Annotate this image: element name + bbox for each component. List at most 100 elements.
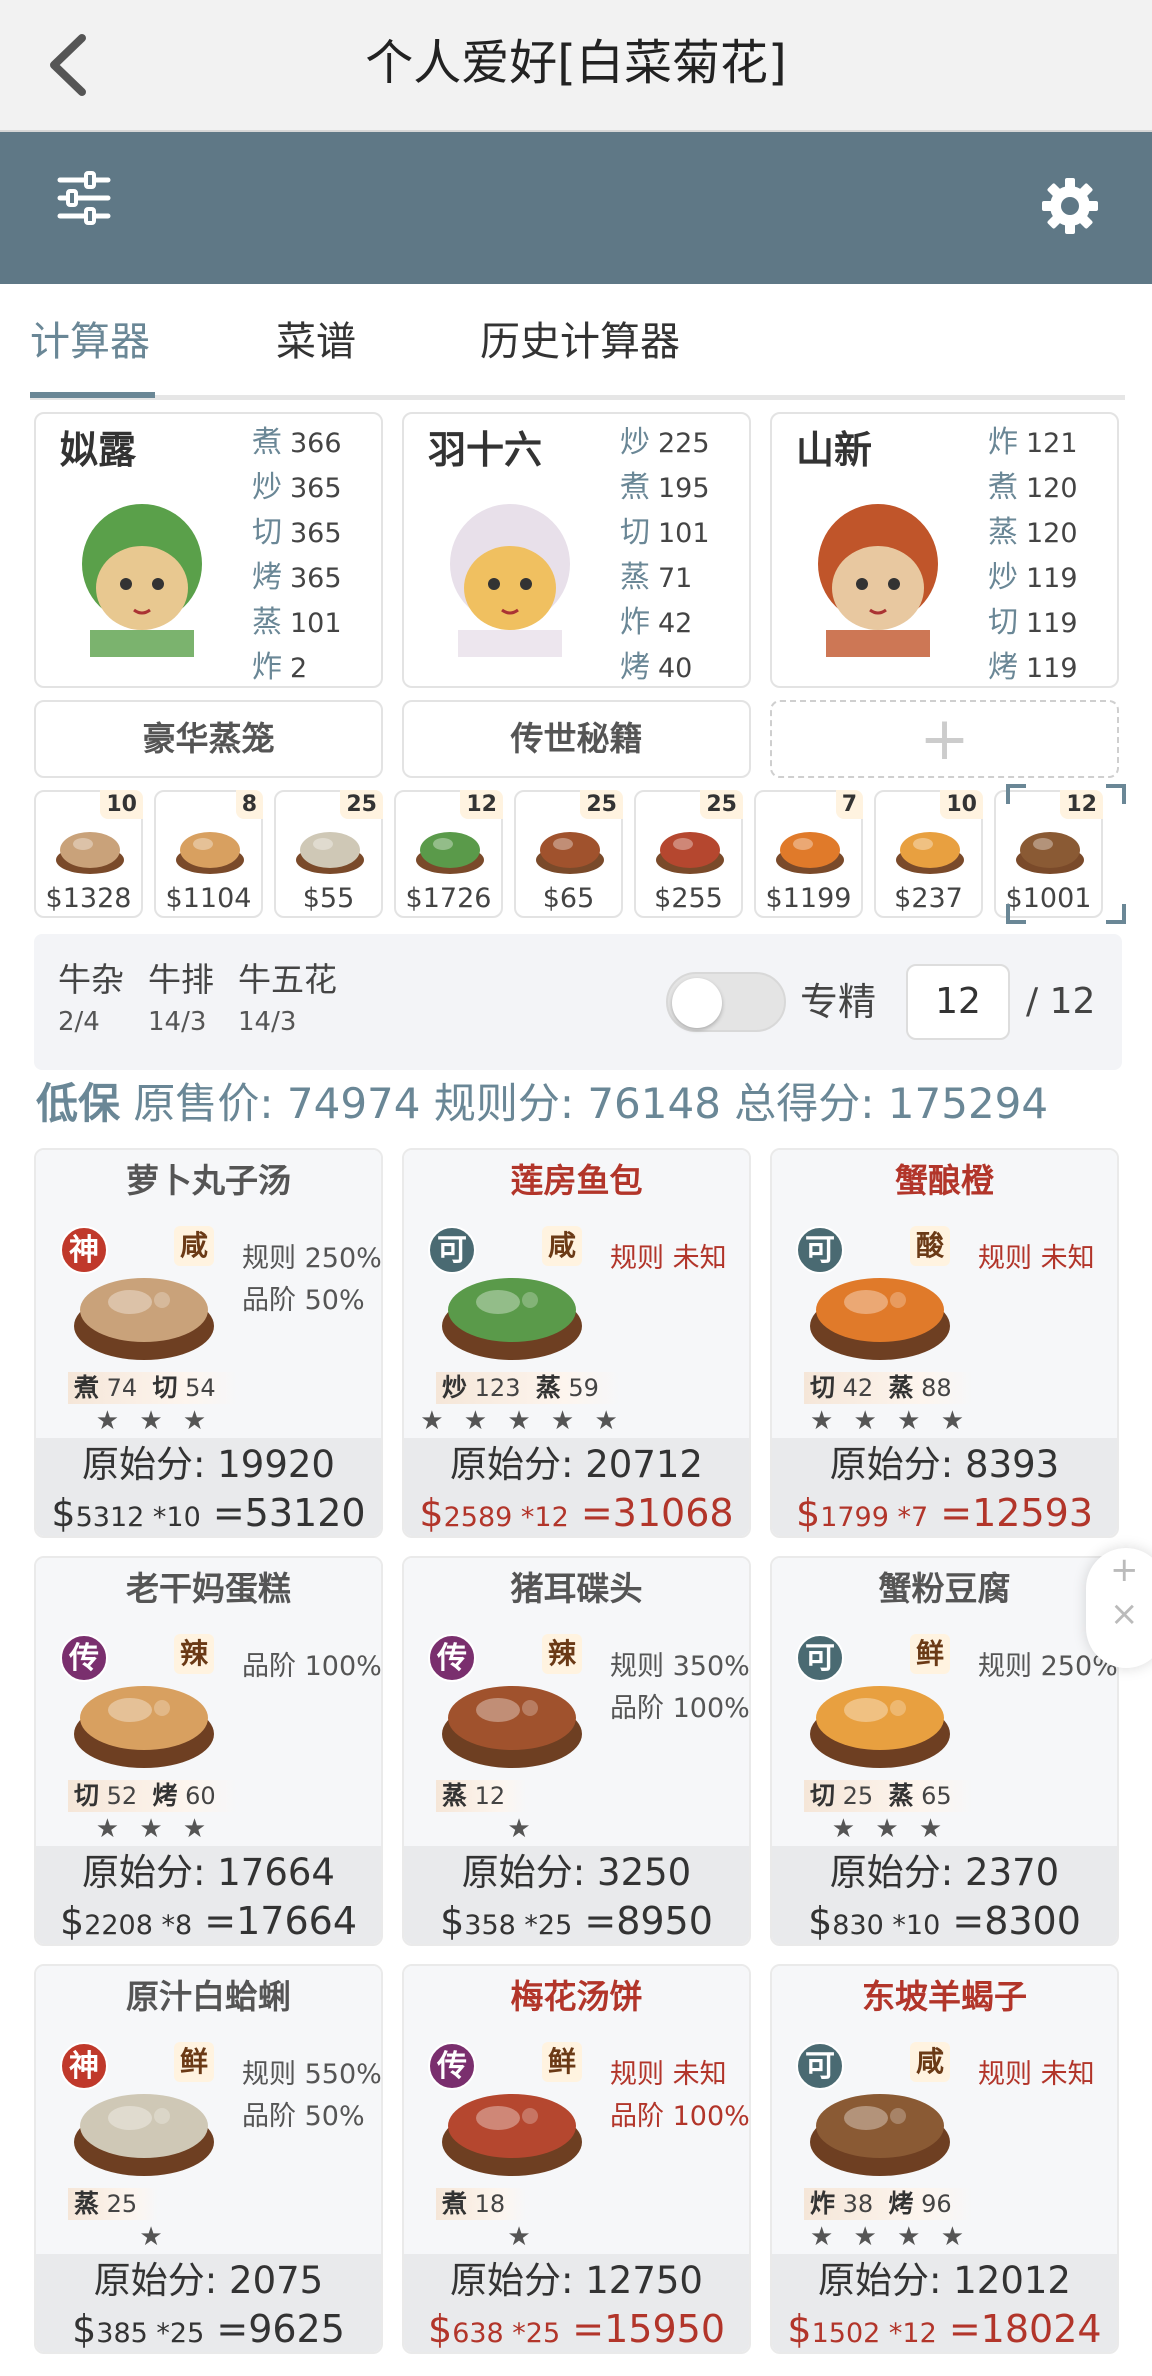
chef-stat: 炒 119 [988,560,1078,595]
flavor-tag: 辣 [174,1634,214,1674]
equip-slot-2[interactable]: 传世秘籍 [402,700,751,778]
price-calculation: $830 *10 =8300 [808,1899,1081,1943]
specialize-total: / 12 [1026,981,1096,1022]
flavor-tag: 咸 [542,1226,582,1266]
dish-name: 蟹粉豆腐 [878,1569,1011,1608]
dish-card[interactable]: 老干妈蛋糕 传 辣 品阶 100% 切 52 烤 60 ★ ★ ★ 原始分: 1… [34,1556,383,1946]
chef-card[interactable]: 姒露 煮 366 炒 365 切 365 烤 365 蒸 101 炸 2 [34,412,383,688]
dish-card[interactable]: 东坡羊蝎子 可 咸 规则 未知 炸 38 烤 96 ★ ★ ★ ★ 原始分: 1… [770,1964,1119,2354]
chef-card[interactable]: 羽十六 炒 225 煮 195 切 101 蒸 71 炸 42 烤 40 [402,412,751,688]
skill-requirements: 煮 74 切 54 [68,1372,237,1404]
rarity-badge: 可 [428,1226,476,1274]
ingredient-price: $1328 [45,883,132,914]
skill-requirements: 切 52 烤 60 [68,1780,237,1812]
ingredient-slot[interactable]: 25 $255 [634,790,743,918]
rule-text: 规则 未知 [978,2059,1095,2090]
filter-sliders-icon[interactable] [56,170,112,226]
ingredient-dish-icon [296,832,364,874]
chef-name: 羽十六 [428,428,543,472]
equip-slot-1[interactable]: 豪华蒸笼 [34,700,383,778]
rarity-badge: 传 [428,1634,476,1682]
ingredient-slot[interactable]: 10 $237 [874,790,983,918]
flavor-tag: 咸 [910,2042,950,2082]
star-rating: ★ [139,2222,169,2252]
original-score: 原始分: 8393 [829,1443,1060,1486]
chef-stat: 炸 121 [988,425,1078,460]
ingredient-dish-icon [536,832,604,874]
toolbar [0,132,1152,284]
settings-gear-icon[interactable] [1040,176,1100,236]
rule-text: 规则 550% 品阶 50% [242,2059,382,2132]
price-calculation: $358 *25 =8950 [440,1899,713,1943]
add-equip-button[interactable]: + [770,700,1119,778]
specialize-input[interactable]: 12 [906,964,1010,1040]
skill-requirements: 蒸 12 [436,1780,527,1812]
chef-portrait-icon [428,492,593,657]
summary-label: 低保 [36,1079,121,1128]
summary-text: 原售价: 74974 规则分: 76148 总得分: 175294 [133,1079,1049,1128]
chef-stat: 蒸 71 [620,560,693,595]
dish-card[interactable]: 蟹粉豆腐 可 鲜 规则 250% 切 25 蒸 65 ★ ★ ★ 原始分: 23… [770,1556,1119,1946]
ingredient-slot[interactable]: 25 $65 [514,790,623,918]
price-calculation: $1502 *12 =18024 [787,2307,1102,2351]
chef-stat: 炸 42 [620,605,693,640]
selected-ingredient-marker [1006,784,1126,924]
dish-card[interactable]: 蟹酿橙 可 酸 规则 未知 切 42 蒸 88 ★ ★ ★ ★ 原始分: 839… [770,1148,1119,1538]
star-rating: ★ ★ ★ ★ [809,2222,971,2252]
rule-text: 规则 未知 [610,1243,727,1274]
ingredient-dish-icon [176,832,244,874]
price-calculation: $1799 *7 =12593 [796,1491,1093,1535]
original-score: 原始分: 3250 [461,1851,692,1894]
skill-requirements: 炸 38 烤 96 [804,2188,973,2220]
toggle-knob [672,978,722,1028]
rarity-badge: 可 [796,2042,844,2090]
chef-stat: 切 365 [252,515,342,550]
tab-history-calculator[interactable]: 历史计算器 [480,314,680,370]
dish-card[interactable]: 原汁白蛤蜊 神 鲜 规则 550% 品阶 50% 蒸 25 ★ 原始分: 2075… [34,1964,383,2354]
ingredient-slot[interactable]: 12 $1726 [394,790,503,918]
chef-stat: 烤 119 [988,650,1078,685]
price-calculation: $5312 *10 =53120 [51,1491,366,1535]
score-summary: 低保 原售价: 74974 规则分: 76148 总得分: 175294 [36,1072,1136,1136]
tab-bar: 计算器 菜谱 历史计算器 [30,296,1125,400]
chef-card[interactable]: 山新 炸 121 煮 120 蒸 120 炒 119 切 119 烤 119 [770,412,1119,688]
rule-text: 规则 350% 品阶 100% [610,1651,750,1724]
ingredient-price: $1726 [405,883,492,914]
flavor-tag: 酸 [910,1226,950,1266]
ingredient-slot[interactable]: 7 $1199 [754,790,863,918]
flavor-tag: 鲜 [174,2042,214,2082]
dish-card[interactable]: 萝卜丸子汤 神 咸 规则 250% 品阶 50% 煮 74 切 54 ★ ★ ★ … [34,1148,383,1538]
dish-name: 蟹酿橙 [895,1161,994,1200]
specialize-label: 专精 [800,980,877,1024]
dish-name: 萝卜丸子汤 [126,1161,291,1200]
ingredient-slot[interactable]: 8 $1104 [154,790,263,918]
rule-text: 规则 250% 品阶 50% [242,1243,382,1316]
star-rating: ★ [507,1814,537,1844]
chef-stat: 蒸 120 [988,515,1078,550]
star-rating: ★ [507,2222,537,2252]
ingredient-slot[interactable]: 25 $55 [274,790,383,918]
dish-card[interactable]: 梅花汤饼 传 鲜 规则 未知 品阶 100% 煮 18 ★ 原始分: 12750 … [402,1964,751,2354]
ingredient-price: $1104 [165,883,252,914]
tab-recipes[interactable]: 菜谱 [276,314,356,370]
skill-requirements: 炒 123 蒸 59 [436,1372,621,1404]
skill-requirements: 切 42 蒸 88 [804,1372,973,1404]
specialize-toggle[interactable] [666,972,786,1032]
page-title: 个人爱好[白菜菊花] [365,35,787,91]
ingredient-dish-icon [656,832,724,874]
rarity-badge: 神 [60,2042,108,2090]
ingredient-slot[interactable]: 10 $1328 [34,790,143,918]
title-bar: 个人爱好[白菜菊花] [0,0,1152,132]
tab-calculator[interactable]: 计算器 [30,314,150,370]
ingredient-dish-icon [56,832,124,874]
dish-name: 老干妈蛋糕 [126,1569,291,1608]
chef-stat: 煮 120 [988,470,1078,505]
floating-zoom-control[interactable]: + × [1086,1548,1152,1668]
dish-name: 莲房鱼包 [510,1161,643,1200]
dish-card[interactable]: 莲房鱼包 可 咸 规则 未知 炒 123 蒸 59 ★ ★ ★ ★ ★ 原始分:… [402,1148,751,1538]
ingredient-dish-icon [896,832,964,874]
ingredient-price: $237 [894,883,963,914]
dish-card[interactable]: 猪耳碟头 传 辣 规则 350% 品阶 100% 蒸 12 ★ 原始分: 3250… [402,1556,751,1946]
chef-stat: 炒 225 [620,425,710,460]
chef-stat: 切 119 [988,605,1078,640]
